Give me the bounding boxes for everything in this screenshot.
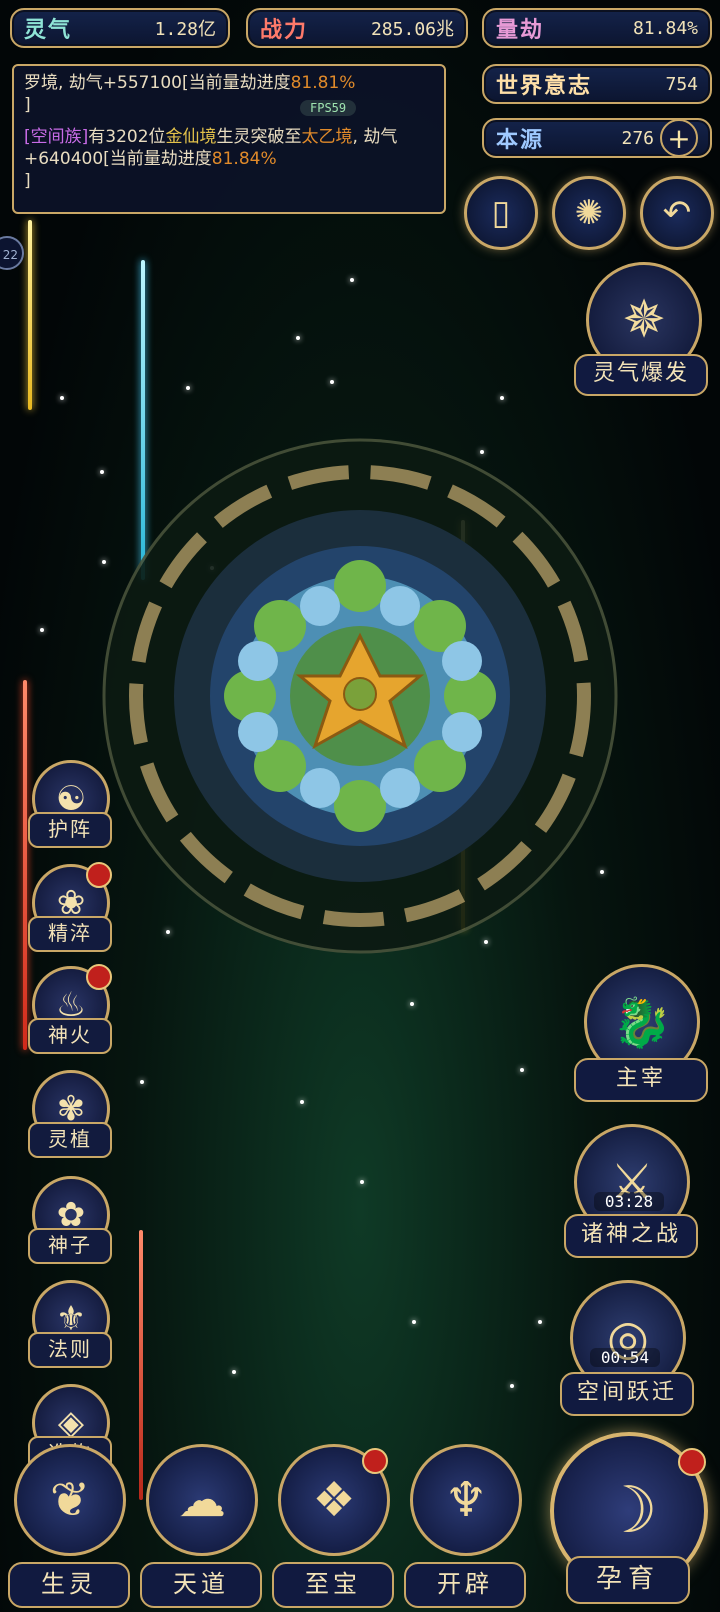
- log-percent: 81.84%: [211, 149, 277, 169]
- fps-counter: FPS59: [300, 100, 357, 116]
- side-item-label: 护阵: [28, 812, 112, 848]
- lingqi-label: 灵气: [24, 18, 73, 43]
- log-line-2: [空间族]有3202位金仙境生灵突破至太乙境, 劫气+640400[当前量劫进度…: [24, 126, 434, 170]
- shijie-value: 754: [665, 73, 698, 95]
- log-realm-target: 太乙境: [301, 127, 353, 147]
- cloud-icon: ☁: [146, 1444, 258, 1556]
- burst-label: 灵气爆发: [574, 354, 708, 396]
- phoenix-icon: ❦: [14, 1444, 126, 1556]
- side-item-label: 灵植: [28, 1122, 112, 1158]
- side-item-faze[interactable]: ⚜ 法则: [28, 1280, 112, 1368]
- return-icon: ↶: [662, 193, 692, 233]
- event-log: 罗境, 劫气+557100[当前量劫进度81.81% ] [空间族]有3202位…: [12, 64, 446, 214]
- bottom-item-tiandao[interactable]: ☁ 天道: [140, 1444, 262, 1612]
- liangjie-value: 81.84%: [632, 17, 698, 39]
- red-beam-left: [23, 680, 27, 1050]
- side-item-lingzhi[interactable]: ✾ 灵植: [28, 1070, 112, 1158]
- zhanli-bar[interactable]: 战力 285.06兆: [246, 8, 468, 48]
- benyuan-label: 本源: [496, 128, 545, 153]
- side-item-label: 法则: [28, 1332, 112, 1368]
- bottom-item-shengling[interactable]: ❦ 生灵: [8, 1444, 130, 1612]
- left-edge-badge[interactable]: 22: [0, 236, 24, 270]
- kongjian-timer: 00:54: [590, 1348, 660, 1367]
- bottom-item-yunyu[interactable]: ☽ 孕育: [540, 1432, 716, 1612]
- bottom-item-label: 天道: [140, 1562, 262, 1608]
- log-percent: 81.81%: [290, 73, 356, 93]
- bottom-item-label: 开辟: [404, 1562, 526, 1608]
- log-line-1-end: ]: [24, 95, 31, 115]
- log-line-2-end: ]: [24, 171, 31, 191]
- zhuzai-button[interactable]: 🐉 主宰: [574, 964, 708, 1104]
- return-button[interactable]: ↶: [640, 176, 714, 250]
- card-button[interactable]: ▯: [464, 176, 538, 250]
- zhuzai-label: 主宰: [574, 1058, 708, 1102]
- kongjian-button[interactable]: ◎ 00:54 空间跃迁: [560, 1280, 694, 1416]
- side-item-label: 神子: [28, 1228, 112, 1264]
- flame-crown-icon: ♆: [410, 1444, 522, 1556]
- bottom-item-label: 孕育: [566, 1556, 690, 1604]
- side-item-shenhuo[interactable]: ♨ 神火: [28, 964, 112, 1054]
- side-item-shenzi[interactable]: ✿ 神子: [28, 1176, 112, 1264]
- vortex-button[interactable]: ✺: [552, 176, 626, 250]
- log-clan: [空间族]: [24, 127, 89, 147]
- side-item-label: 精淬: [28, 916, 112, 952]
- bottom-item-zhibao[interactable]: ❖ 至宝: [272, 1444, 394, 1612]
- lingqi-burst-button[interactable]: ✵ 灵气爆发: [574, 262, 708, 396]
- lingqi-bar[interactable]: 灵气 1.28亿: [10, 8, 230, 48]
- alert-dot: [86, 964, 112, 990]
- bottom-item-label: 至宝: [272, 1562, 394, 1608]
- kongjian-label: 空间跃迁: [560, 1372, 694, 1416]
- zhushen-button[interactable]: ⚔ 03:28 诸神之战: [564, 1124, 698, 1258]
- alert-dot: [678, 1448, 706, 1476]
- alert-dot: [86, 862, 112, 888]
- shijie-label: 世界意志: [496, 74, 593, 99]
- vortex-icon: ✺: [574, 193, 604, 233]
- log-line-1: 罗境, 劫气+557100[当前量劫进度81.81%: [24, 72, 434, 94]
- zhushen-label: 诸神之战: [564, 1214, 698, 1258]
- side-item-jingcui[interactable]: ❀ 精淬: [28, 862, 112, 952]
- liangjie-bar[interactable]: 量劫 81.84%: [482, 8, 712, 48]
- bottom-item-label: 生灵: [8, 1562, 130, 1608]
- log-text: 有3202位: [88, 127, 166, 147]
- zhushen-timer: 03:28: [594, 1192, 664, 1211]
- side-item-huzhen[interactable]: ☯ 护阵: [28, 760, 112, 848]
- card-icon: ▯: [491, 193, 511, 233]
- yellow-beam-left: [28, 220, 32, 410]
- lingqi-value: 1.28亿: [154, 19, 216, 40]
- alert-dot: [362, 1448, 388, 1474]
- log-text: 生灵突破至: [216, 127, 302, 147]
- liangjie-label: 量劫: [496, 18, 545, 43]
- side-item-label: 神火: [28, 1018, 112, 1054]
- zhanli-value: 285.06兆: [370, 19, 454, 40]
- benyuan-bar[interactable]: 本源 276 +: [482, 118, 712, 158]
- log-realm: 金仙境: [165, 127, 217, 147]
- shijie-bar[interactable]: 世界意志 754: [482, 64, 712, 104]
- bottom-item-kaipi[interactable]: ♆ 开辟: [404, 1444, 526, 1612]
- add-benyuan-button[interactable]: +: [660, 119, 698, 157]
- world-planet[interactable]: [100, 436, 660, 996]
- log-text: 罗境, 劫气+557100[当前量劫进度: [24, 73, 291, 93]
- benyuan-value: 276: [621, 127, 654, 149]
- zhanli-label: 战力: [260, 18, 309, 43]
